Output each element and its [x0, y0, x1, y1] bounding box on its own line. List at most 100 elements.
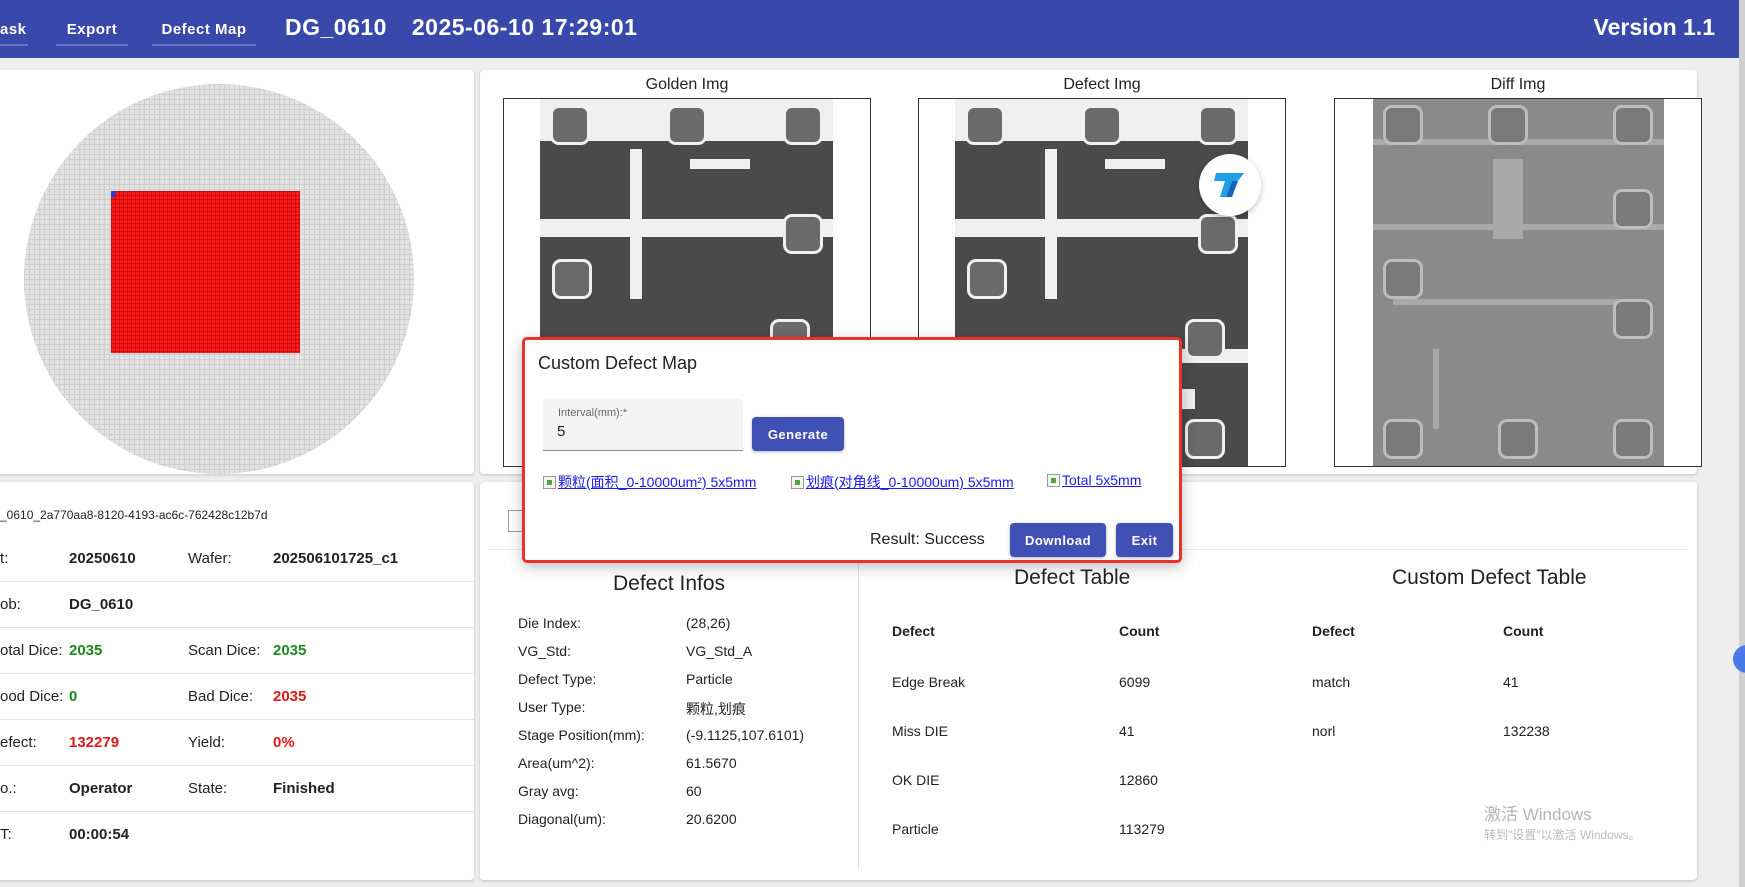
diff-image-title: Diff Img — [1490, 76, 1546, 93]
defect-info-value: 61.5670 — [686, 755, 737, 771]
hidden-control-stub[interactable] — [508, 510, 522, 532]
page-title: DG_0610 2025-06-10 17:29:01 — [285, 14, 655, 41]
defect-info-value: (-9.1125,107.6101) — [686, 727, 805, 743]
floating-assistant-button[interactable] — [1199, 154, 1261, 216]
defect-info-value: 颗粒,划痕 — [686, 701, 746, 717]
total-map-link[interactable]: Total 5x5mm — [1047, 472, 1141, 488]
defect-count-cell: 41 — [1119, 723, 1135, 739]
custom-defect-type-cell: norl — [1312, 723, 1336, 739]
total-map-link-label: Total 5x5mm — [1062, 472, 1142, 488]
scan-dice-value: 2035 — [273, 642, 307, 659]
defect-info-value: (28,26) — [686, 615, 731, 631]
wafer-defect-region[interactable] — [111, 191, 300, 353]
info-row-dice: otal Dice: 2035 Scan Dice: 2035 — [0, 628, 474, 674]
assistant-logo-icon — [1214, 173, 1244, 197]
state-label: State: — [188, 780, 228, 797]
particle-map-link[interactable]: 颗粒(面积_0-10000um²) 5x5mm — [543, 472, 756, 492]
info-row-time: T: 00:00:54 — [0, 812, 474, 858]
window-scrollbar[interactable] — [1739, 0, 1745, 887]
defect-info-value: 20.6200 — [686, 811, 737, 827]
custom-defect-count-cell: 132238 — [1503, 723, 1550, 739]
info-row-defect-yield: efect: 132279 Yield: 0% — [0, 720, 474, 766]
task-id: _0610_2a770aa8-8120-4193-ac6c-762428c12b… — [0, 508, 268, 522]
operator-label: o.: — [0, 780, 17, 797]
defect-table-header-count: Count — [1119, 623, 1160, 639]
custom-defect-count-cell: 41 — [1503, 674, 1519, 690]
defect-info-label: Gray avg: — [518, 783, 579, 799]
defect-info-label: Diagonal(um): — [518, 811, 606, 827]
windows-activation-hint: 转到"设置"以激活 Windows。 — [1484, 828, 1641, 842]
info-row-good-bad: ood Dice: 0 Bad Dice: 2035 — [0, 674, 474, 720]
yield-label: Yield: — [188, 734, 225, 751]
defect-count-cell: 12860 — [1119, 772, 1158, 788]
custom-defect-map-dialog: Custom Defect Map Interval(mm):* Generat… — [522, 337, 1182, 563]
generate-button[interactable]: Generate — [752, 417, 844, 451]
scratch-map-link[interactable]: 划痕(对角线_0-10000um) 5x5mm — [791, 472, 1014, 492]
broken-image-icon — [543, 475, 556, 489]
defect-table-title: Defect Table — [1014, 566, 1131, 589]
broken-image-icon — [1047, 473, 1060, 487]
job-label: ob: — [0, 596, 21, 613]
exit-button[interactable]: Exit — [1116, 523, 1173, 557]
selected-die-marker — [111, 191, 115, 197]
good-dice-label: ood Dice: — [0, 688, 64, 705]
defect-count-label: efect: — [0, 734, 37, 751]
defect-type-cell: OK DIE — [892, 772, 940, 788]
defect-infos-title: Defect Infos — [613, 572, 726, 595]
defect-info-label: Area(um^2): — [518, 755, 595, 771]
job-value: DG_0610 — [69, 596, 134, 613]
yield-value: 0% — [273, 734, 295, 751]
export-nav-button[interactable]: Export — [56, 14, 128, 46]
custom-table-header-defect: Defect — [1312, 623, 1355, 639]
time-label: T: — [0, 826, 12, 843]
defect-info-label: Defect Type: — [518, 671, 597, 687]
defect-info-label: VG_Std: — [518, 643, 571, 659]
defect-info-label: User Type: — [518, 699, 586, 715]
interval-field[interactable]: Interval(mm):* — [543, 399, 743, 451]
custom-table-header-count: Count — [1503, 623, 1544, 639]
interval-input[interactable] — [557, 423, 727, 440]
lot-label: t: — [0, 550, 9, 567]
info-row-job: ob: DG_0610 — [0, 582, 474, 628]
state-value: Finished — [273, 780, 335, 797]
version-label: Version 1.1 — [1593, 14, 1715, 40]
defect-count-value: 132279 — [69, 734, 120, 751]
scan-dice-label: Scan Dice: — [188, 642, 261, 659]
diff-image[interactable] — [1334, 98, 1702, 467]
task-nav-button[interactable]: ask — [0, 14, 28, 46]
custom-defect-table-title: Custom Defect Table — [1392, 566, 1587, 589]
side-drawer-tab[interactable] — [1733, 645, 1745, 673]
generation-result: Result: Success — [870, 531, 985, 548]
wafer-label: Wafer: — [188, 550, 232, 567]
info-row-lot: t: 20250610 Wafer: 202506101725_c1 — [0, 536, 474, 582]
job-timestamp: 2025-06-10 17:29:01 — [411, 14, 638, 40]
diff-die-image — [1373, 99, 1664, 466]
wafer-value: 202506101725_c1 — [273, 550, 399, 567]
defect-map-nav-button[interactable]: Defect Map — [152, 14, 256, 46]
particle-map-link-label: 颗粒(面积_0-10000um²) 5x5mm — [558, 474, 757, 490]
download-button[interactable]: Download — [1010, 523, 1106, 557]
bad-dice-value: 2035 — [273, 688, 307, 705]
defect-info-value: VG_Std_A — [686, 643, 753, 659]
dialog-title: Custom Defect Map — [538, 353, 698, 373]
operator-value: Operator — [69, 780, 133, 797]
defect-table-header-defect: Defect — [892, 623, 935, 639]
defect-type-cell: Particle — [892, 821, 939, 837]
defect-info-label: Die Index: — [518, 615, 582, 631]
golden-image-title: Golden Img — [645, 76, 729, 93]
interval-field-label: Interval(mm):* — [558, 407, 628, 419]
broken-image-icon — [791, 475, 804, 489]
defect-info-value: 60 — [686, 783, 702, 799]
scratch-map-link-label: 划痕(对角线_0-10000um) 5x5mm — [806, 474, 1014, 490]
total-dice-label: otal Dice: — [0, 642, 63, 659]
info-row-operator-state: o.: Operator State: Finished — [0, 766, 474, 812]
column-divider — [858, 560, 859, 870]
defect-type-cell: Edge Break — [892, 674, 966, 690]
custom-defect-type-cell: match — [1312, 674, 1351, 690]
defect-count-cell: 6099 — [1119, 674, 1151, 690]
time-value: 00:00:54 — [69, 826, 130, 843]
top-app-bar: ask Export Defect Map DG_0610 2025-06-10… — [0, 0, 1745, 58]
defect-count-cell: 113279 — [1119, 821, 1165, 837]
bad-dice-label: Bad Dice: — [188, 688, 254, 705]
total-dice-value: 2035 — [69, 642, 103, 659]
